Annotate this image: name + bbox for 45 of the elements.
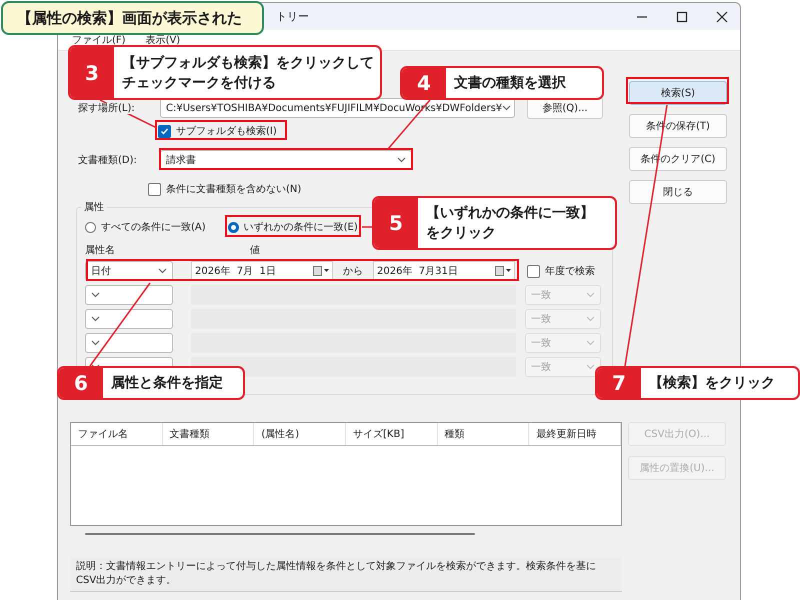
calendar-icon[interactable] — [495, 266, 511, 276]
column-header[interactable]: 文書種類 — [162, 423, 254, 445]
column-header[interactable]: (属性名) — [254, 423, 346, 445]
match-radio[interactable]: すべての条件に一致(A) — [85, 220, 206, 234]
calendar-icon[interactable] — [313, 266, 329, 276]
step-number: 7 — [597, 368, 641, 398]
subfolder-checkbox[interactable]: サブフォルダも検索(I) — [158, 124, 277, 138]
menu-item[interactable]: 表示(V) — [146, 33, 180, 47]
step-instruction: 【検索】をクリック — [648, 374, 776, 393]
field-label: 探す場所(L): — [78, 103, 135, 114]
action-button[interactable]: 閉じる — [629, 180, 727, 204]
column-header[interactable]: 最終更新日時 — [529, 423, 622, 445]
field-label: 文書種類(D): — [78, 154, 138, 167]
step-instruction: 【いずれかの条件に一致】 をクリック — [425, 204, 595, 243]
step-instruction: 属性と条件を指定 — [110, 374, 224, 393]
fiscal-year-checkbox[interactable]: 年度で検索 — [527, 264, 595, 278]
check-icon — [160, 126, 169, 136]
exclude-type-checkbox[interactable]: 条件に文書種類を含めない(N) — [148, 182, 302, 196]
step-number: 5 — [374, 198, 418, 248]
attribute-dropdown[interactable] — [85, 309, 173, 329]
action-button[interactable]: 検索(S) — [629, 81, 727, 105]
maximize-icon[interactable] — [676, 10, 688, 22]
column-header[interactable]: 種類 — [438, 423, 530, 445]
match-radio[interactable]: いずれかの条件に一致(E) — [228, 220, 358, 234]
attribute-dropdown[interactable] — [85, 285, 173, 305]
step-instruction: 文書の種類を選択 — [453, 74, 567, 93]
range-separator: から — [342, 265, 364, 278]
step-number: 4 — [402, 68, 446, 98]
column-header: 値 — [250, 244, 260, 257]
step-number: 3 — [70, 47, 114, 98]
step-instruction: 【サブフォルダも検索】をクリックして チェックマークを付ける — [121, 54, 375, 92]
menu-item[interactable]: ファイル(F) — [72, 33, 126, 47]
caption-banner: 【属性の検索】画面が表示された — [1, 1, 264, 35]
close-icon[interactable] — [716, 10, 728, 22]
column-header: 属性名 — [85, 244, 116, 257]
window-title: トリー — [276, 9, 309, 24]
step-number: 6 — [59, 368, 103, 398]
scrollbar[interactable] — [85, 533, 475, 535]
date-picker[interactable]: 2026年 7月31日 — [373, 261, 515, 281]
group-title: 属性 — [81, 200, 107, 214]
description-text: 説明：文書情報エントリーによって付与した属性情報を条件として対象ファイルを検索ができます。検索条件を基にCSV出力ができます。 — [70, 557, 622, 592]
column-header[interactable]: サイズ[KB] — [346, 423, 438, 445]
date-picker[interactable]: 2026年 7月 1日 — [191, 261, 333, 281]
attribute-dropdown[interactable] — [85, 333, 173, 353]
column-header[interactable]: ファイル名 — [71, 423, 163, 445]
